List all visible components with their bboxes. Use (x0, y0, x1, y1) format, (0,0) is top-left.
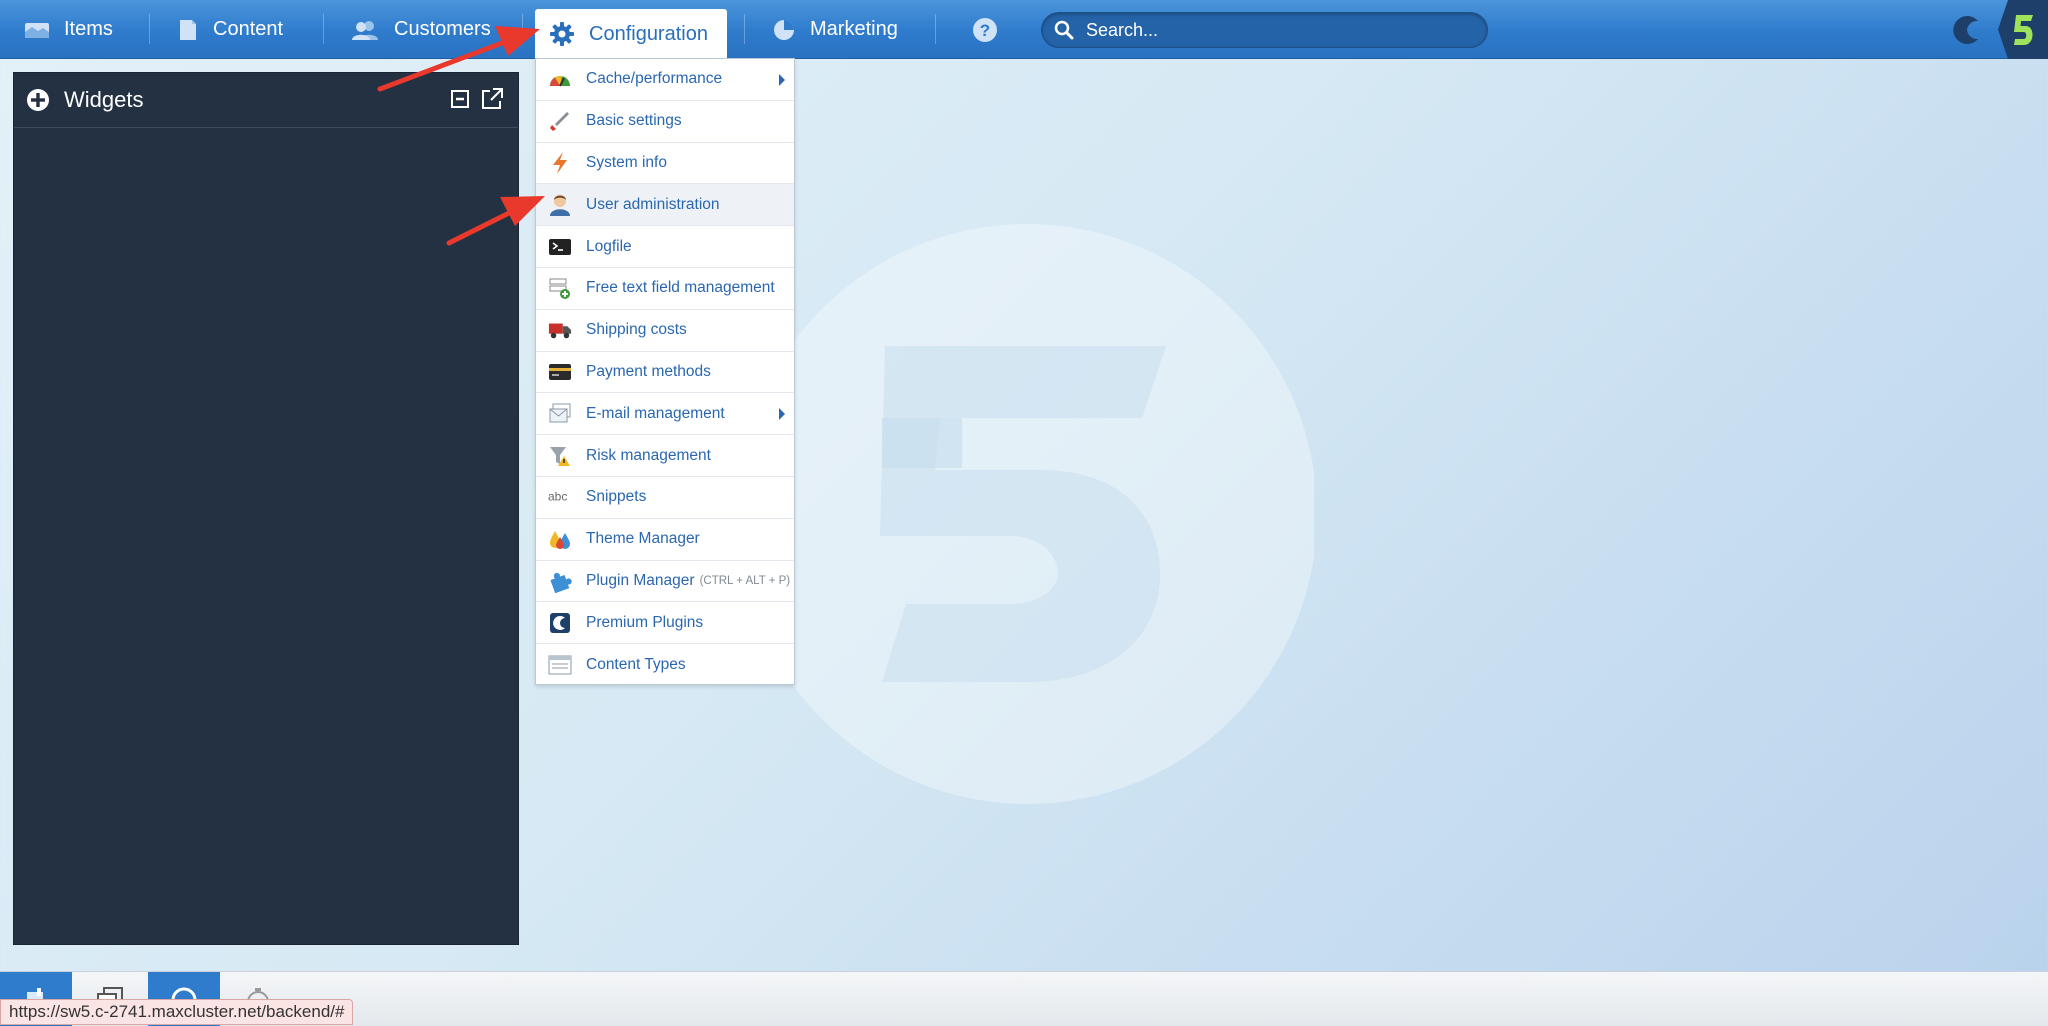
menu-item-label: Payment methods (586, 362, 711, 380)
menu-item-basic-settings[interactable]: Basic settings (536, 101, 794, 143)
nav-marketing[interactable]: Marketing (758, 0, 912, 59)
nav-configuration-label: Configuration (589, 22, 708, 45)
widgets-header: Widgets (14, 73, 518, 128)
menu-item-label: Theme Manager (586, 530, 700, 548)
abc-icon: abc (548, 485, 572, 509)
search-box[interactable] (1041, 12, 1488, 48)
content-types-icon (548, 653, 572, 677)
shopware-watermark-logo (740, 224, 1314, 804)
gear-icon (550, 22, 574, 46)
status-url-tooltip: https://sw5.c-2741.maxcluster.net/backen… (0, 999, 354, 1025)
nav-separator (744, 14, 745, 44)
widgets-title: Widgets (64, 87, 144, 112)
add-widget-icon[interactable] (26, 88, 50, 112)
menu-item-system-info[interactable]: System info (536, 143, 794, 185)
menu-item-label: E-mail management (586, 404, 725, 422)
shopware-logo-icon[interactable] (1950, 13, 1984, 47)
nav-customers[interactable]: Customers (336, 0, 505, 59)
email-icon (548, 402, 572, 426)
nav-marketing-label: Marketing (810, 18, 898, 40)
menu-item-plugin-manager[interactable]: Plugin Manager (CTRL + ALT + P) (536, 561, 794, 603)
pie-chart-icon (774, 19, 794, 40)
menu-item-payment-methods[interactable]: Payment methods (536, 352, 794, 394)
speedometer-icon (548, 67, 572, 91)
menu-item-label: User administration (586, 195, 720, 213)
search-input[interactable] (1086, 19, 1466, 41)
terminal-icon (548, 235, 572, 259)
color-drops-icon (548, 527, 572, 551)
help-icon[interactable]: ? (972, 17, 998, 43)
search-icon (1054, 20, 1074, 40)
nav-content-label: Content (213, 18, 284, 40)
truck-icon (548, 318, 572, 342)
menu-item-free-text-field-management[interactable]: Free text field management (536, 268, 794, 310)
menu-item-label: Premium Plugins (586, 613, 704, 631)
top-navigation-bar: Items Content Customers Configuration Ma… (0, 0, 2048, 59)
menu-item-cache-performance[interactable]: Cache/performance (536, 59, 794, 101)
nav-separator (935, 14, 936, 44)
menu-item-logfile[interactable]: Logfile (536, 226, 794, 268)
nav-content[interactable]: Content (163, 0, 297, 59)
menu-item-email-management[interactable]: E-mail management (536, 393, 794, 436)
nav-customers-label: Customers (394, 18, 491, 40)
menu-item-theme-manager[interactable]: Theme Manager (536, 519, 794, 561)
puzzle-icon (548, 569, 572, 593)
items-icon (25, 22, 49, 38)
wrench-icon (548, 109, 572, 133)
menu-item-label: Cache/performance (586, 70, 723, 88)
customers-icon (352, 20, 378, 40)
user-icon (548, 193, 572, 217)
menu-item-label: Logfile (586, 237, 632, 255)
shopware-5-logo (1998, 0, 2048, 59)
menu-item-shipping-costs[interactable]: Shipping costs (536, 310, 794, 352)
menu-item-label: Risk management (586, 446, 711, 464)
menu-item-label: Basic settings (586, 112, 682, 130)
keyboard-shortcut: (CTRL + ALT + P) (699, 574, 791, 587)
nav-separator (323, 14, 324, 44)
configuration-dropdown-menu: Cache/performance Basic settings System … (535, 58, 795, 685)
five-logo-icon (2014, 14, 2033, 45)
lightning-icon (548, 151, 572, 175)
nav-items-label: Items (64, 18, 113, 40)
menu-item-user-administration[interactable]: User administration (536, 184, 794, 227)
menu-item-label: Snippets (586, 488, 647, 506)
menu-item-label: Shipping costs (586, 321, 687, 339)
shopware-icon (548, 611, 572, 635)
menu-item-content-types[interactable]: Content Types (536, 644, 794, 686)
menu-item-premium-plugins[interactable]: Premium Plugins (536, 602, 794, 645)
menu-item-label: Free text field management (586, 279, 775, 297)
widgets-panel: Widgets (13, 72, 519, 945)
content-icon (180, 19, 196, 40)
submenu-arrow-icon (779, 408, 785, 421)
menu-item-label: Content Types (586, 656, 686, 674)
credit-card-icon (548, 360, 572, 384)
svg-text:?: ? (980, 21, 990, 40)
nav-separator (149, 14, 150, 44)
nav-configuration[interactable]: Configuration (535, 9, 727, 59)
nav-items[interactable]: Items (10, 0, 127, 59)
menu-item-label: System info (586, 153, 667, 171)
svg-text:abc: abc (548, 490, 567, 504)
menu-item-label: Plugin Manager (586, 571, 695, 589)
popout-icon[interactable] (480, 87, 504, 111)
form-add-icon (548, 276, 572, 300)
submenu-arrow-icon (779, 74, 785, 86)
funnel-warning-icon (548, 444, 572, 468)
menu-item-risk-management[interactable]: Risk management (536, 435, 794, 477)
menu-item-snippets[interactable]: abc Snippets (536, 477, 794, 519)
minimize-icon[interactable] (450, 87, 472, 109)
nav-separator (522, 14, 523, 44)
